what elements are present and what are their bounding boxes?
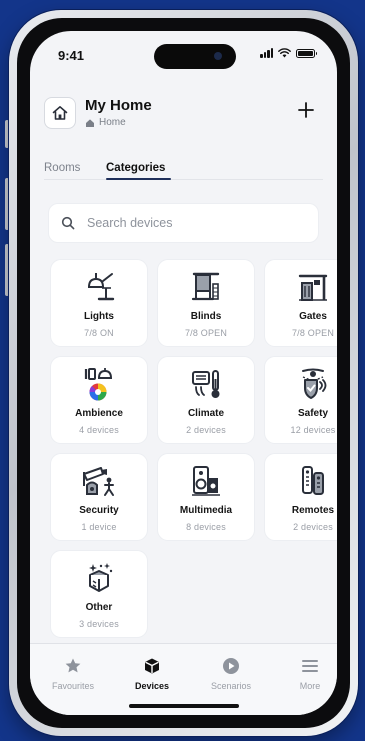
shield-icon [294, 366, 332, 402]
camera-icon [80, 463, 118, 499]
menu-icon [302, 660, 318, 672]
bottom-tab-bar: Favourites Devices Scenarios More [30, 643, 337, 715]
category-status: 1 device [81, 522, 117, 532]
category-name: Security [79, 505, 119, 516]
phone-bezel: 9:41 My Home Home Rooms Categories Searc… [17, 18, 350, 728]
category-name: Blinds [190, 311, 222, 322]
tab-favourites[interactable]: Favourites [38, 655, 108, 691]
category-status: 3 devices [79, 619, 119, 629]
blinds-icon [187, 269, 225, 305]
category-card-security[interactable]: Security 1 device [50, 453, 148, 541]
speaker-icon [187, 463, 225, 499]
play-icon [223, 658, 239, 674]
category-card-lights[interactable]: Lights 7/8 ON [50, 259, 148, 347]
dynamic-island [154, 44, 236, 69]
thermostat-icon [187, 366, 225, 402]
category-status: 2 devices [186, 425, 226, 435]
category-status: 12 devices [290, 425, 336, 435]
tab-devices[interactable]: Devices [117, 655, 187, 691]
home-indicator[interactable] [128, 704, 239, 708]
add-button[interactable] [293, 97, 319, 123]
category-name: Remotes [291, 505, 335, 516]
home-small-icon [86, 118, 94, 127]
house-icon [52, 106, 68, 120]
cellular-signal-icon [260, 48, 273, 58]
tab-label: Favourites [51, 681, 95, 691]
category-name: Lights [84, 311, 114, 322]
category-card-blinds[interactable]: Blinds 7/8 OPEN [157, 259, 255, 347]
category-status: 2 devices [293, 522, 333, 532]
status-time: 9:41 [58, 48, 85, 63]
gate-icon [294, 269, 332, 305]
tab-label: Scenarios [210, 681, 252, 691]
category-card-climate[interactable]: Climate 2 devices [157, 356, 255, 444]
active-tab-indicator [106, 178, 171, 180]
category-card-other[interactable]: Other 3 devices [50, 550, 148, 638]
category-status: 7/8 ON [84, 328, 114, 338]
app-screen: 9:41 My Home Home Rooms Categories Searc… [30, 31, 337, 715]
home-title[interactable]: My Home [85, 97, 152, 114]
tab-label: Devices [134, 681, 170, 691]
view-tabs: Rooms Categories [44, 154, 323, 180]
tab-scenarios[interactable]: Scenarios [196, 655, 266, 691]
category-card-remotes[interactable]: Remotes 2 devices [264, 453, 337, 541]
search-icon [61, 216, 75, 230]
category-status: 4 devices [79, 425, 119, 435]
status-icons [260, 48, 317, 58]
category-name: Ambience [75, 408, 123, 419]
home-avatar[interactable] [44, 97, 76, 129]
status-bar: 9:41 [30, 31, 337, 75]
phone-frame: 9:41 My Home Home Rooms Categories Searc… [9, 10, 358, 736]
category-card-gates[interactable]: Gates 7/8 OPEN [264, 259, 337, 347]
home-header: My Home Home [44, 95, 323, 135]
category-name: Multimedia [179, 505, 233, 516]
category-card-multimedia[interactable]: Multimedia 8 devices [157, 453, 255, 541]
camera-dot [214, 52, 222, 60]
tab-categories[interactable]: Categories [106, 162, 165, 174]
category-card-ambience[interactable]: Ambience 4 devices [50, 356, 148, 444]
category-status: 8 devices [186, 522, 226, 532]
category-status: 7/8 OPEN [291, 328, 335, 338]
cube-icon [145, 658, 159, 674]
search-bar[interactable] [48, 203, 319, 243]
ambience-icon [80, 366, 118, 402]
category-card-safety[interactable]: Safety 12 devices [264, 356, 337, 444]
wifi-icon [278, 48, 291, 58]
remote-icon [294, 463, 332, 499]
sparkle-box-icon [80, 560, 118, 596]
search-input[interactable] [87, 216, 307, 230]
plus-icon [298, 102, 314, 118]
category-name: Safety [297, 408, 328, 419]
category-name: Climate [187, 408, 225, 419]
category-name: Other [85, 602, 113, 613]
battery-icon [296, 48, 317, 58]
home-subtitle: Home [85, 117, 126, 128]
category-grid: Lights 7/8 ON Blinds 7/8 OPEN Gates 7/8 … [50, 259, 337, 638]
category-status: 7/8 OPEN [184, 328, 228, 338]
star-icon [65, 658, 81, 673]
tab-label: More [299, 681, 321, 691]
lamp-icon [80, 269, 118, 305]
tab-more[interactable]: More [275, 655, 337, 691]
home-subtitle-text: Home [99, 117, 126, 128]
tab-rooms[interactable]: Rooms [44, 162, 80, 174]
category-name: Gates [299, 311, 327, 322]
